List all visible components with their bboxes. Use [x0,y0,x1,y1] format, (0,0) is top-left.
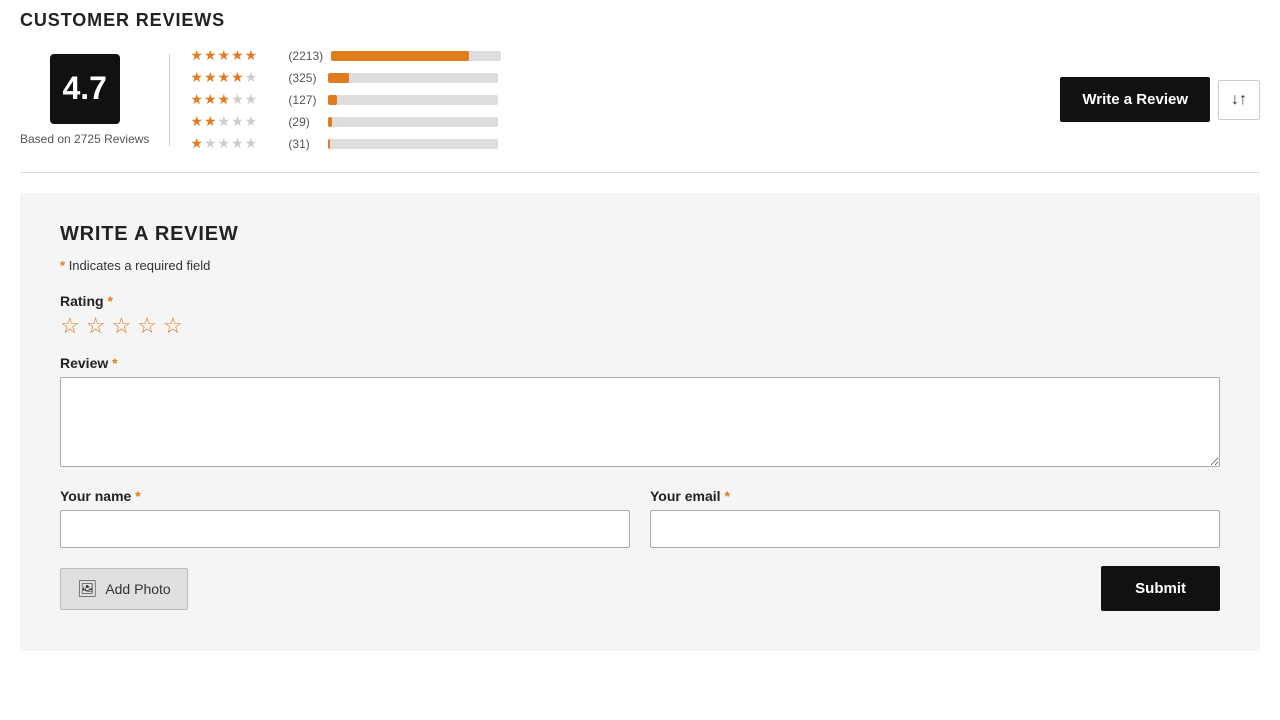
rating-bar-row: ★★★★★(325) [190,69,1040,86]
star-icon: ★ [231,113,244,130]
bar-count: (127) [288,93,320,107]
rating-field-group: Rating * ☆ ☆ ☆ ☆ ☆ [60,293,1220,337]
star-icon: ★ [218,69,231,86]
name-field-group: Your name * [60,488,630,548]
rating-summary: 4.7 Based on 2725 Reviews ★★★★★(2213)★★★… [20,47,1260,152]
star-display: ★★★★★ [190,69,280,86]
review-textarea[interactable] [60,377,1220,467]
rating-bars: ★★★★★(2213)★★★★★(325)★★★★★(127)★★★★★(29)… [190,47,1040,152]
star-icon: ★ [190,135,203,152]
rating-label: Rating * [60,293,1220,309]
bar-track [328,117,498,127]
star-icon: ★ [204,135,217,152]
name-label: Your name * [60,488,630,504]
star-display: ★★★★★ [190,47,280,64]
star-icon: ★ [231,47,244,64]
rating-bar-row: ★★★★★(2213) [190,47,1040,64]
email-label: Your email * [650,488,1220,504]
star-icon: ★ [218,113,231,130]
star-icon: ★ [218,47,231,64]
star-icon: ★ [204,47,217,64]
star-icon: ★ [231,91,244,108]
write-review-section: WRITE A REVIEW * Indicates a required fi… [20,193,1260,651]
add-photo-label: Add Photo [105,581,170,597]
submit-button[interactable]: Submit [1101,566,1220,611]
form-title: WRITE A REVIEW [60,223,1220,246]
email-input[interactable] [650,510,1220,548]
star-rating-input[interactable]: ☆ ☆ ☆ ☆ ☆ [60,315,1220,337]
bar-count: (29) [288,115,320,129]
name-email-row: Your name * Your email * [60,488,1220,548]
review-field-group: Review * [60,355,1220,470]
star-icon: ★ [190,113,203,130]
star-2[interactable]: ☆ [86,315,106,337]
photo-icon: 🖼 [77,579,97,599]
rating-score: 4.7 [50,54,120,124]
star-icon: ★ [204,69,217,86]
bar-track [331,51,501,61]
review-actions: Write a Review ↓↑ [1060,77,1260,122]
star-icon: ★ [245,47,258,64]
write-review-button[interactable]: Write a Review [1060,77,1210,122]
bar-fill [328,117,331,127]
divider [20,172,1260,173]
bar-count: (31) [288,137,320,151]
bar-track [328,73,498,83]
star-icon: ★ [204,113,217,130]
rating-based-on: Based on 2725 Reviews [20,132,149,146]
star-icon: ★ [245,91,258,108]
star-1[interactable]: ☆ [60,315,80,337]
star-icon: ★ [245,69,258,86]
email-field-group: Your email * [650,488,1220,548]
bar-track [328,95,498,105]
star-icon: ★ [218,91,231,108]
star-icon: ★ [231,135,244,152]
bar-fill [328,73,348,83]
add-photo-button[interactable]: 🖼 Add Photo [60,568,188,610]
star-5[interactable]: ☆ [163,315,183,337]
bar-count: (325) [288,71,320,85]
bar-fill [328,139,330,149]
star-icon: ★ [245,135,258,152]
section-title: CUSTOMER REVIEWS [20,10,1260,31]
bar-track [328,139,498,149]
form-actions: 🖼 Add Photo Submit [60,566,1220,611]
star-icon: ★ [190,69,203,86]
rating-score-block: 4.7 Based on 2725 Reviews [20,54,170,146]
star-4[interactable]: ☆ [137,315,157,337]
bar-fill [331,51,469,61]
rating-bar-row: ★★★★★(29) [190,113,1040,130]
star-icon: ★ [218,135,231,152]
required-note: * Indicates a required field [60,258,1220,273]
star-display: ★★★★★ [190,113,280,130]
star-icon: ★ [190,47,203,64]
name-input[interactable] [60,510,630,548]
bar-fill [328,95,337,105]
star-icon: ★ [245,113,258,130]
star-icon: ★ [204,91,217,108]
rating-bar-row: ★★★★★(31) [190,135,1040,152]
rating-bar-row: ★★★★★(127) [190,91,1040,108]
star-icon: ★ [190,91,203,108]
star-3[interactable]: ☆ [111,315,131,337]
star-display: ★★★★★ [190,135,280,152]
sort-button[interactable]: ↓↑ [1218,80,1260,120]
required-star: * [60,258,65,273]
bar-count: (2213) [288,49,323,63]
star-icon: ★ [231,69,244,86]
star-display: ★★★★★ [190,91,280,108]
review-label: Review * [60,355,1220,371]
